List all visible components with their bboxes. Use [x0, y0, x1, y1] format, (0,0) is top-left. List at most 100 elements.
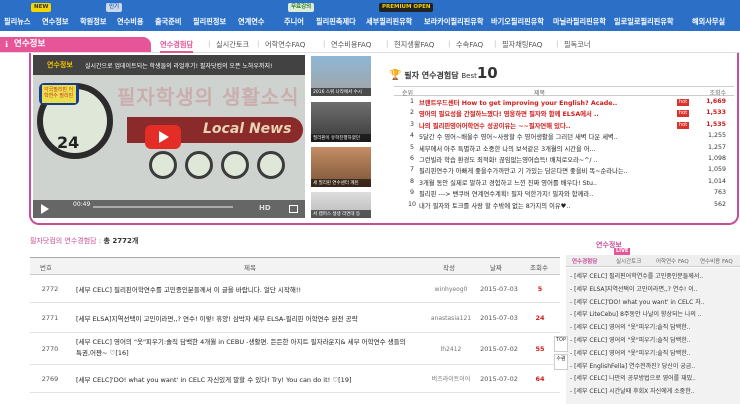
post-views: 5: [537, 285, 543, 293]
nav-item-manila[interactable]: 마닐라필리핀유학: [553, 17, 606, 27]
rank-title-link[interactable]: 내가 필자와 토크를 사랑 할 수밖에 없는 8가지의 이유♥..: [419, 201, 674, 210]
ranking-row[interactable]: 1 브랜트우드센터 How to get improving your Engli…: [394, 98, 734, 109]
rank-views: 763: [713, 189, 726, 197]
nav-item-linked[interactable]: 연계연수: [238, 17, 264, 27]
clock-number: 24: [57, 133, 80, 152]
list-item[interactable]: - [세부 CELC] 영어의 "옷"피우기:솔직 담백한..: [570, 348, 738, 359]
rank-number: 9: [409, 189, 414, 197]
tab-cost-faq[interactable]: 연수비용FAQ: [331, 40, 371, 50]
video-progress[interactable]: [93, 206, 233, 208]
post-title-link[interactable]: [세부 CELC]'DO! what you want' in CELC 자신있…: [76, 375, 406, 386]
hd-icon[interactable]: HD: [259, 204, 271, 212]
nav-item-festival[interactable]: 필리핀축제다: [316, 17, 356, 27]
list-item[interactable]: - [세부 EnglishFella] 연수전까진? 당신이 궁금..: [570, 361, 738, 372]
clock-icon: [257, 151, 285, 179]
list-item[interactable]: - [세부 CELC] 필리핀어학연수를 고민중인분들께서..: [570, 271, 738, 282]
ranking-row[interactable]: 9 필리핀 ---> 밴쿠버 연계연수계획! 필자 덕한가지! 필자와 함께라..…: [394, 189, 734, 200]
ranking-row[interactable]: 8 3개월 동안 실제로 말하고 경험하고 느낀 진짜 영어를 배우다! Stu.…: [394, 178, 734, 189]
ranking-row[interactable]: 5 세부에서 아주 특별하고 소중한 나의 보석같은 3개월의 시간을 어... 1…: [394, 144, 734, 155]
ranking-row[interactable]: 4 5달간 수 영어~배울수 영어~사랑할 수 영어생활을 그러던 새벽 다운 세…: [394, 132, 734, 143]
rank-views: 1,533: [706, 109, 726, 117]
tab-must-read[interactable]: 필독코너: [564, 40, 590, 50]
video-banner-text: Local News: [203, 121, 292, 137]
rtab-experience[interactable]: 연수경험담: [572, 257, 597, 265]
ranking-row[interactable]: 7 필리핀연수가 아빠게 좋을수가까만고 기 가있는 담은다면 좋을비 똑~순라나…: [394, 166, 734, 177]
tab-life-faq[interactable]: 현지생활FAQ: [394, 40, 434, 50]
info-icon: ℹ: [5, 40, 9, 49]
rtab-cost-faq[interactable]: 연수비용 FAQ: [700, 257, 733, 265]
tab-language-faq[interactable]: 어학연수FAQ: [265, 40, 305, 50]
rank-title-link[interactable]: 3개월 동안 실제로 말하고 경험하고 느낀 진짜 영어를 배우다! Stu..: [419, 178, 674, 187]
clock-icon: [149, 151, 177, 179]
list-item[interactable]: - [세부 CELC] 시간날때 후회X 자신에게 소중한..: [570, 386, 738, 397]
nav-item-cebu[interactable]: 세부필리핀유학: [366, 17, 412, 27]
rank-title-link[interactable]: 그런빌라 학습 환경도 최적화! 끊임없는영어습득! 배쳐로오라~^/ ..: [419, 155, 674, 164]
thumbnail-2[interactable]: 필리핀이 유학진행하였던: [311, 102, 371, 142]
rank-title-link[interactable]: 브랜트우드센터 How to get improving your Englis…: [419, 98, 674, 107]
post-title-link[interactable]: [세부 ELSA]지역선택이 고민이라면,,? 연수! 이렇! 휴양! 삼박자 …: [76, 314, 406, 325]
table-row[interactable]: 2771 [세부 ELSA]지역선택이 고민이라면,,? 연수! 이렇! 휴양! …: [30, 303, 560, 333]
phone-screen: 각국필리핀 어학연수 필리핀: [42, 85, 76, 103]
list-item[interactable]: - [세부 CELC] 영어의 "옷"피우기:솔직 담백한..: [570, 322, 738, 333]
nav-item-academy[interactable]: 학원정보: [80, 17, 106, 27]
post-number: 2772: [41, 285, 59, 293]
fullscreen-icon[interactable]: [289, 205, 298, 213]
right-widget-tabs: 연수경험담 실시간토크 어학연수 FAQ 연수비용 FAQ: [566, 255, 740, 267]
video-tag: 연수정보: [47, 61, 73, 69]
list-item[interactable]: - [세부 CELC] 나만의 공부방법으로 영어를 재밌..: [570, 373, 738, 384]
post-title-link[interactable]: [세부 CELC] 필리핀어학연수를 고민중인분들께서 이 글을 바랍니다. 얼…: [76, 285, 406, 296]
nav-item-junior[interactable]: 주니어: [284, 17, 304, 27]
side-button[interactable]: 수렴: [554, 354, 568, 370]
rank-title-link[interactable]: 5달간 수 영어~배울수 영어~사랑할 수 영어생활을 그러던 새벽 다운 세벽…: [419, 132, 674, 141]
table-row[interactable]: 2770 [세부 CELC] 영어의 "옷"피우기:솔직 담백한 4개월 in C…: [30, 333, 560, 365]
youtube-play-icon[interactable]: [145, 125, 181, 149]
nav-item-overseas[interactable]: 해외사무실: [692, 17, 725, 27]
rank-views: 562: [713, 200, 726, 208]
thumbnail-3[interactable]: 세 필리핀 연수센터 계된: [311, 147, 371, 187]
nav-item-baguio[interactable]: 바기오필리핀유학: [491, 17, 544, 27]
top-button[interactable]: TOP: [554, 336, 568, 352]
rtab-language-faq[interactable]: 어학연수 FAQ: [656, 257, 689, 265]
list-item[interactable]: - [세부 CELC] 영어의 "옷"피우기:솔직 담백한..: [570, 335, 738, 346]
rtab-realtime[interactable]: 실시간토크: [616, 257, 641, 265]
post-writer: winhyeog0: [434, 286, 468, 293]
nav-item-iloilo[interactable]: 일로일로필리핀유학: [614, 17, 674, 27]
board-title: 필자닷컴의 연수경험담 : 총 2772개: [30, 237, 139, 245]
nav-item-prepare[interactable]: 출국준비: [155, 17, 181, 27]
thumbnail-4[interactable]: 서 캠퍼스 생생 리연대 등: [311, 192, 371, 218]
tab-realtime-talk[interactable]: 실시간토크: [216, 40, 249, 50]
hot-badge: hot: [677, 110, 690, 118]
list-item[interactable]: - [세부 CELC]'DO! what you want' in CELC 자…: [570, 297, 738, 308]
list-item[interactable]: - [세부 LiteCebu] 8주동안 나날이 향상되는 나의 ..: [570, 309, 738, 320]
post-views: 24: [535, 314, 545, 322]
play-icon[interactable]: [41, 204, 49, 214]
rank-views: 1,535: [706, 120, 726, 128]
nav-item-cost[interactable]: 연수비용: [117, 17, 143, 27]
rank-number: 4: [409, 132, 414, 140]
tab-chat-faq[interactable]: 필자채팅FAQ: [502, 40, 542, 50]
nav-item-philippines[interactable]: 필리핀정보: [193, 17, 226, 27]
ranking-row[interactable]: 3 나의 필리핀영어어학연수 성공이유는 ~~필자연해 있다.. hot 1,535: [394, 121, 734, 132]
nav-item-news[interactable]: 필리뉴스: [4, 17, 30, 27]
rank-views: 1,255: [707, 132, 726, 140]
list-item[interactable]: - [세부 ELSA]지역선택이 고민이라면,,? 연수! 이..: [570, 284, 738, 295]
table-row[interactable]: 2769 [세부 CELC]'DO! what you want' in CELC…: [30, 365, 560, 393]
post-date: 2015-07-02: [480, 345, 518, 353]
ranking-row[interactable]: 2 영어의 필요성을 간절하느꼈다! 영웅하면 필자와 함께 ELSA에서 .. h…: [394, 109, 734, 120]
nav-item-info[interactable]: 연수정보: [42, 17, 68, 27]
post-title-link[interactable]: [세부 CELC] 영어의 "옷"피우기:솔직 담백한 4개월 in CEBU …: [76, 337, 406, 359]
thumbnail-1[interactable]: 2016 스위 나라에서 수시: [311, 56, 371, 96]
ranking-row[interactable]: 6 그런빌라 학습 환경도 최적화! 끊임없는영어습득! 배쳐로오라~^/ .. 1…: [394, 155, 734, 166]
rank-title-link[interactable]: 나의 필리핀영어어학연수 성공이유는 ~~필자연해 있다..: [419, 121, 674, 130]
nav-item-boracay[interactable]: 보라카이필리핀유학: [424, 17, 484, 27]
rank-title-link[interactable]: 세부에서 아주 특별하고 소중한 나의 보석같은 3개월의 시간을 어...: [419, 144, 674, 153]
rank-views: 1,257: [707, 143, 726, 151]
tab-process-faq[interactable]: 수속FAQ: [456, 40, 483, 50]
table-row[interactable]: 2772 [세부 CELC] 필리핀어학연수를 고민중인분들께서 이 글을 바랍니…: [30, 275, 560, 303]
tab-experience[interactable]: 연수경험담: [160, 40, 194, 53]
rank-title-link[interactable]: 필리핀 ---> 밴쿠버 연계연수계획! 필자 덕한가지! 필자와 함께라..: [419, 189, 674, 198]
video-player[interactable]: 연수정보 실시간으로 업데이트되는 학생들의 라얼후기! 필자닷컴의 오픈 노하…: [33, 55, 305, 218]
ranking-row[interactable]: 10 내가 필자와 토크를 사랑 할 수밖에 없는 8가지의 이유♥.. 562: [394, 201, 734, 212]
rank-title-link[interactable]: 필리핀연수가 아빠게 좋을수가까만고 기 가있는 담은다면 좋을비 똑~순라나는…: [419, 166, 674, 175]
rank-title-link[interactable]: 영어의 필요성을 간절하느꼈다! 영웅하면 필자와 함께 ELSA에서 ..: [419, 109, 674, 118]
